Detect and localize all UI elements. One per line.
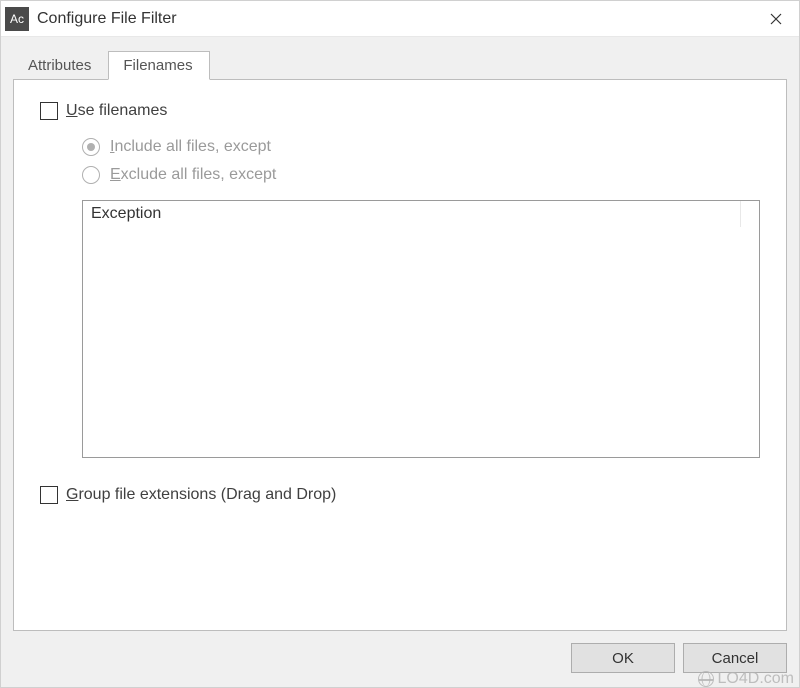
- group-extensions-label: Group file extensions (Drag and Drop): [66, 486, 336, 504]
- exception-list[interactable]: Exception: [82, 200, 760, 458]
- group-extensions-checkbox[interactable]: [40, 486, 58, 504]
- use-filenames-row: Use filenames: [40, 102, 760, 120]
- radio-include[interactable]: [82, 138, 100, 156]
- exception-column-header: Exception: [83, 201, 741, 227]
- close-icon: [770, 13, 782, 25]
- cancel-button[interactable]: Cancel: [683, 643, 787, 673]
- use-filenames-label: Use filenames: [66, 102, 167, 120]
- radio-exclude-label: Exclude all files, except: [110, 166, 276, 184]
- tab-filenames[interactable]: Filenames: [108, 51, 209, 80]
- use-filenames-checkbox[interactable]: [40, 102, 58, 120]
- radio-include-row: Include all files, except: [82, 138, 760, 156]
- filter-mode-radio-group: Include all files, except Exclude all fi…: [82, 138, 760, 184]
- titlebar: Ac Configure File Filter: [1, 1, 799, 37]
- dialog-button-row: OK Cancel: [1, 631, 799, 687]
- app-icon: Ac: [5, 7, 29, 31]
- radio-exclude-row: Exclude all files, except: [82, 166, 760, 184]
- tab-attributes[interactable]: Attributes: [13, 51, 108, 79]
- window-title: Configure File Filter: [37, 10, 753, 28]
- ok-button[interactable]: OK: [571, 643, 675, 673]
- radio-exclude[interactable]: [82, 166, 100, 184]
- close-button[interactable]: [753, 1, 799, 37]
- radio-include-label: Include all files, except: [110, 138, 271, 156]
- tabs-row: Attributes Filenames: [13, 49, 787, 79]
- content-area: Attributes Filenames Use filenames Inclu…: [1, 37, 799, 631]
- dialog-window: Ac Configure File Filter Attributes File…: [0, 0, 800, 688]
- group-extensions-row: Group file extensions (Drag and Drop): [40, 486, 760, 504]
- tab-panel-filenames: Use filenames Include all files, except …: [13, 79, 787, 631]
